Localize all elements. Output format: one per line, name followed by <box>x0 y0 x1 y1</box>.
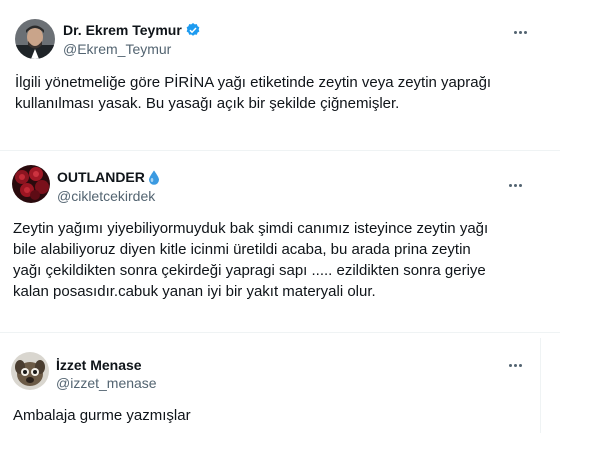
tweet-1[interactable]: Dr. Ekrem Teymur @Ekrem_Teymur İlgili yö… <box>0 0 560 150</box>
tweet-text-line: yağı çekildikten sonra çekirdeği yapragi… <box>13 262 486 279</box>
more-options-icon[interactable] <box>510 26 530 38</box>
tweet-3[interactable]: İzzet Menase @izzet_menase Ambalaja gurm… <box>0 338 560 438</box>
author-handle[interactable]: @izzet_menase <box>56 375 157 391</box>
author-handle[interactable]: @cikletcekirdek <box>57 188 155 204</box>
tweet-text-line: Ambalaja gurme yazmışlar <box>13 407 191 424</box>
avatar[interactable] <box>12 165 50 203</box>
tweet-text-line: Zeytin yağımı yiyebiliyormuyduk bak şimd… <box>13 220 489 237</box>
author-name[interactable]: OUTLANDER <box>57 169 160 185</box>
tweet-text: Ambalaja gurme yazmışlar <box>13 405 191 426</box>
droplet-icon <box>148 170 159 185</box>
tweet-text-line: İlgili yönetmeliğe göre PİRİNA yağı etik… <box>15 74 492 91</box>
tweet-text: İlgili yönetmeliğe göre PİRİNA yağı etik… <box>15 72 491 114</box>
author-name-text: Dr. Ekrem Teymur <box>63 22 182 38</box>
author-name-text: OUTLANDER <box>57 169 145 185</box>
author-handle[interactable]: @Ekrem_Teymur <box>63 41 171 57</box>
author-name[interactable]: İzzet Menase <box>56 357 142 373</box>
avatar[interactable] <box>11 352 49 390</box>
more-options-icon[interactable] <box>505 179 525 191</box>
tweet-text-line: bile alabiliyoruz diyen kitle icinmi üre… <box>13 241 471 258</box>
tweet-text-line: kalan posasıdır.cabuk yanan iyi bir yakı… <box>13 283 376 300</box>
author-name[interactable]: Dr. Ekrem Teymur <box>63 22 201 38</box>
author-name-text: İzzet Menase <box>56 357 142 373</box>
tweet-text: Zeytin yağımı yiyebiliyormuyduk bak şimd… <box>13 218 488 302</box>
tweet-text-line: kullanılması yasak. Bu yasağı açık bir ş… <box>15 95 400 112</box>
divider <box>0 332 560 333</box>
more-options-icon[interactable] <box>505 359 525 371</box>
tweet-2[interactable]: OUTLANDER @cikletcekirdek Zeytin yağımı … <box>0 151 560 332</box>
avatar[interactable] <box>15 19 55 59</box>
verified-badge-icon <box>186 23 200 36</box>
